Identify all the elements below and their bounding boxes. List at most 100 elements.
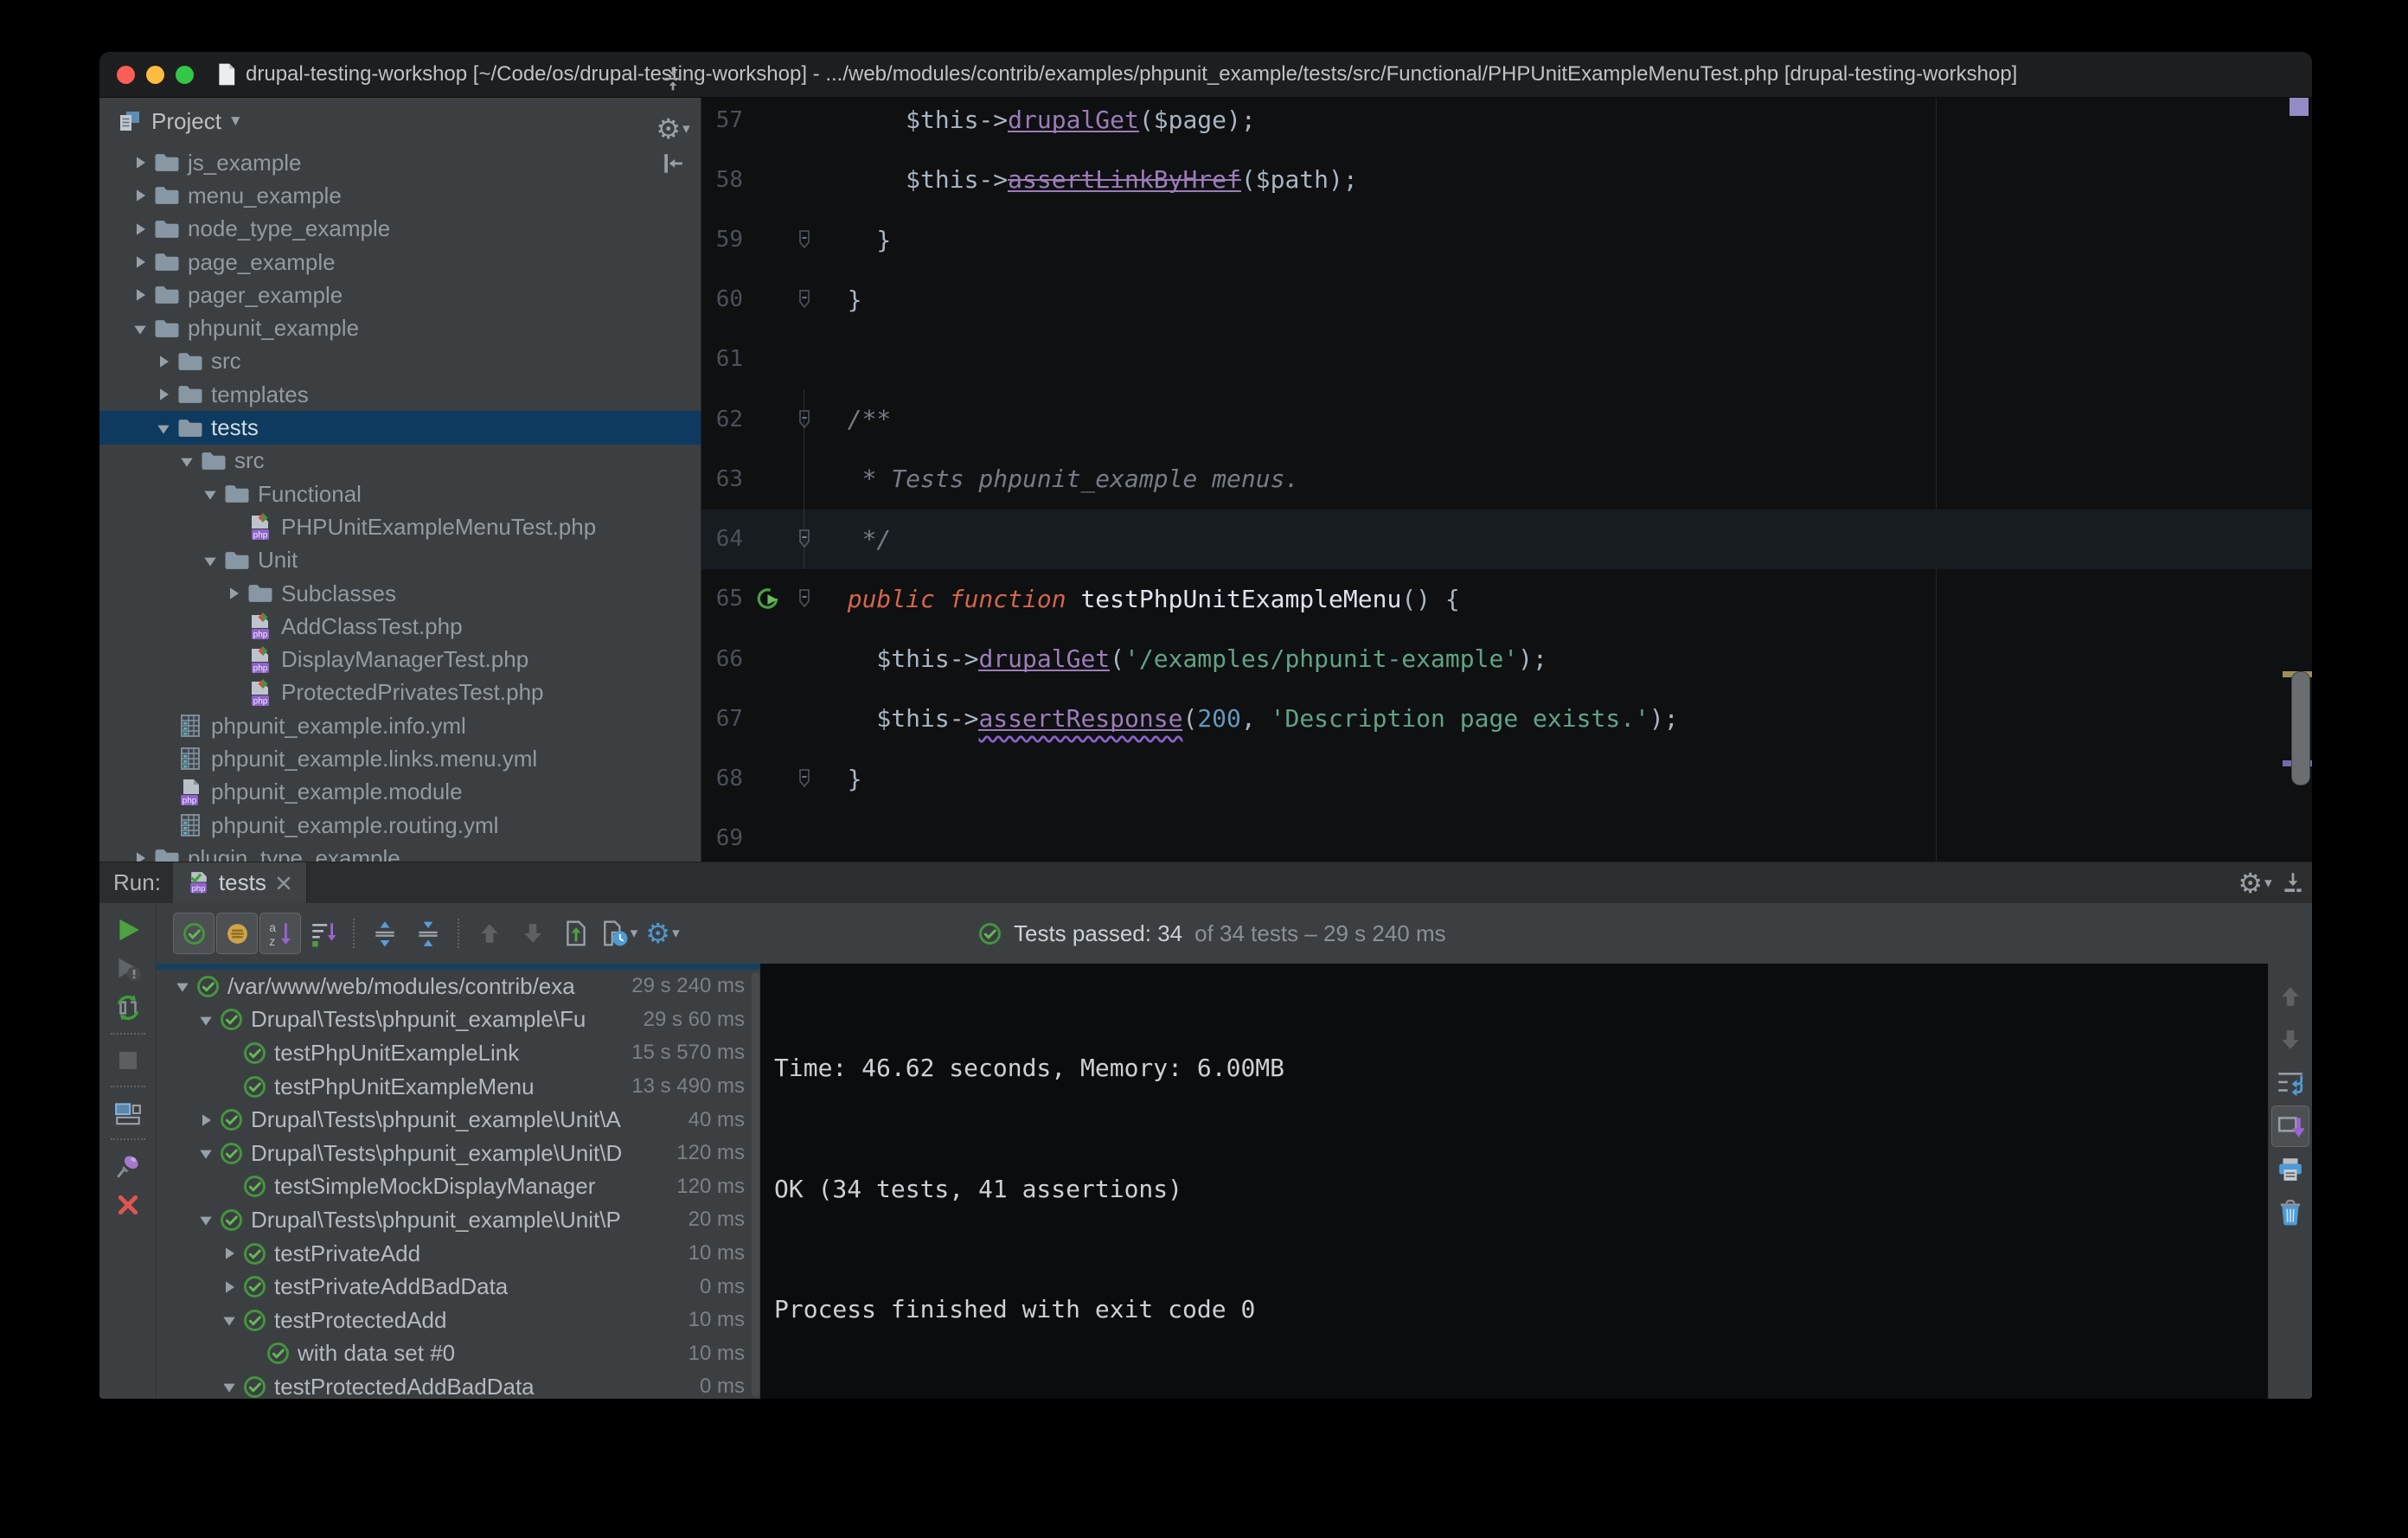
project-tree-item[interactable]: php AddClassTest.php — [99, 610, 701, 643]
tree-chevron-icon[interactable] — [217, 1313, 241, 1327]
tree-chevron-icon[interactable] — [194, 1146, 218, 1160]
close-window-button[interactable] — [117, 65, 135, 84]
tree-scrollbar[interactable] — [752, 972, 759, 1397]
test-result-row[interactable]: testPrivateAddBadData 0 ms — [157, 1270, 760, 1304]
run-settings-gear-icon[interactable]: ⚙ ▾ — [2238, 866, 2272, 900]
editor-gutter[interactable] — [743, 270, 818, 330]
test-result-row[interactable]: with data set #0 10 ms — [157, 1337, 760, 1371]
tree-chevron-icon[interactable] — [217, 1246, 241, 1260]
test-result-row[interactable]: Drupal\Tests\phpunit_example\Unit\D 120 m… — [157, 1137, 760, 1170]
project-tree-item[interactable]: templates — [99, 378, 701, 411]
sort-alphabetically-button[interactable]: az — [259, 913, 301, 954]
test-result-row[interactable]: testSimpleMockDisplayManager 120 ms — [157, 1170, 760, 1204]
editor-gutter[interactable] — [743, 509, 818, 569]
fold-marker-icon[interactable] — [797, 229, 812, 251]
tree-chevron-icon[interactable] — [150, 355, 176, 368]
project-tree-item[interactable]: node_type_example — [99, 213, 701, 246]
run-test-gutter-icon[interactable] — [755, 586, 781, 612]
tree-chevron-icon[interactable] — [127, 322, 153, 336]
project-tree-item[interactable]: src — [99, 445, 701, 477]
project-panel-header[interactable]: Project ▼ ⚙ ▾ — [99, 67, 701, 173]
restore-layout-button[interactable] — [104, 1093, 152, 1132]
test-result-row[interactable]: testProtectedAddBadData 0 ms — [157, 1370, 760, 1399]
test-history-button[interactable]: ▾ — [599, 913, 640, 954]
project-tree-item[interactable]: phpunit_example — [99, 311, 701, 344]
chevron-down-icon[interactable]: ▼ — [228, 112, 243, 130]
editor-line[interactable]: 66 $this->drupalGet('/examples/phpunit-e… — [701, 629, 2312, 689]
fold-marker-icon[interactable] — [797, 289, 812, 311]
tree-chevron-icon[interactable] — [194, 1113, 218, 1127]
toggle-auto-test-button[interactable] — [104, 988, 152, 1027]
project-tree-item[interactable]: Unit — [99, 544, 701, 577]
zoom-window-button[interactable] — [176, 65, 194, 84]
editor-line[interactable]: 62 /** — [701, 389, 2312, 450]
project-tree-item[interactable]: Subclasses — [99, 577, 701, 610]
editor-line[interactable]: 67 $this->assertResponse(200, 'Descripti… — [701, 689, 2312, 748]
project-tree-item[interactable]: phpunit_example.links.menu.yml — [99, 742, 701, 775]
test-result-row[interactable]: Drupal\Tests\phpunit_example\Unit\A 40 ms — [157, 1103, 760, 1137]
test-result-row[interactable]: /var/www/web/modules/contrib/exa 29 s 240… — [157, 970, 760, 1003]
test-result-row[interactable]: testPhpUnitExampleLink 15 s 570 ms — [157, 1036, 760, 1070]
project-tree-item[interactable]: src — [99, 345, 701, 378]
project-tree-item[interactable]: tests — [99, 411, 701, 445]
editor-gutter[interactable] — [743, 689, 818, 748]
rerun-tests-button[interactable] — [104, 910, 152, 949]
editor-line[interactable]: 59 } — [701, 209, 2312, 269]
editor-line[interactable]: 57 $this->drupalGet($page); — [701, 98, 2312, 150]
editor-line[interactable]: 63 * Tests phpunit_example menus. — [701, 449, 2312, 509]
editor-scrollbar[interactable] — [2291, 671, 2310, 785]
editor-gutter[interactable] — [743, 209, 818, 269]
test-console[interactable]: Time: 46.62 seconds, Memory: 6.00MB OK (… — [760, 964, 2268, 1399]
editor-gutter[interactable] — [743, 389, 818, 450]
tree-chevron-icon[interactable] — [174, 454, 200, 468]
editor-gutter[interactable] — [743, 150, 818, 209]
fold-marker-icon[interactable] — [797, 529, 812, 550]
project-tree-item[interactable]: phpunit_example.info.yml — [99, 709, 701, 742]
show-ignored-button[interactable] — [216, 913, 258, 954]
import-test-results-button[interactable] — [555, 913, 597, 954]
project-tree-item[interactable]: pager_example — [99, 279, 701, 311]
inspection-status-square[interactable] — [2290, 98, 2309, 116]
tree-chevron-icon[interactable] — [197, 487, 223, 501]
close-tab-button[interactable] — [104, 1185, 152, 1224]
editor-line[interactable]: 64 */ — [701, 509, 2312, 569]
test-result-row[interactable]: Drupal\Tests\phpunit_example\Fu 29 s 60 m… — [157, 1003, 760, 1037]
project-tree-item[interactable]: php ProtectedPrivatesTest.php — [99, 676, 701, 709]
pin-tab-button[interactable] — [104, 1146, 152, 1185]
editor-gutter[interactable] — [743, 629, 818, 689]
tree-chevron-icon[interactable] — [194, 1213, 218, 1227]
scroll-to-end-button[interactable] — [2271, 1105, 2309, 1147]
fold-marker-icon[interactable] — [797, 408, 812, 430]
editor-gutter[interactable] — [743, 569, 818, 629]
show-passed-button[interactable] — [173, 913, 215, 954]
editor-gutter[interactable] — [743, 330, 818, 389]
project-tree-item[interactable]: menu_example — [99, 179, 701, 212]
titlebar[interactable]: drupal-testing-workshop [~/Code/os/drupa… — [99, 52, 2312, 98]
tree-chevron-icon[interactable] — [127, 189, 153, 202]
editor-line[interactable]: 58 $this->assertLinkByHref($path); — [701, 150, 2312, 209]
clear-all-button[interactable] — [2271, 1192, 2309, 1234]
project-tree-item[interactable]: php phpunit_example.module — [99, 776, 701, 809]
editor-line[interactable]: 69 — [701, 809, 2312, 862]
use-soft-wraps-button[interactable] — [2271, 1062, 2309, 1104]
editor-gutter[interactable] — [743, 98, 818, 150]
test-result-row[interactable]: testPhpUnitExampleMenu 13 s 490 ms — [157, 1070, 760, 1104]
collapse-all-icon[interactable] — [656, 61, 690, 96]
editor-line[interactable]: 68 } — [701, 748, 2312, 808]
tree-chevron-icon[interactable] — [150, 388, 176, 401]
test-runner-settings-button[interactable]: ⚙ ▾ — [642, 913, 683, 954]
run-tab-tests[interactable]: php tests — [172, 862, 307, 903]
tree-chevron-icon[interactable] — [221, 586, 247, 600]
tree-chevron-icon[interactable] — [170, 979, 195, 993]
project-tree-item[interactable]: php PHPUnitExampleMenuTest.php — [99, 510, 701, 543]
project-tree-item[interactable]: Functional — [99, 477, 701, 510]
project-tree-item[interactable]: plugin_type_example — [99, 842, 701, 862]
close-tab-icon[interactable] — [275, 875, 292, 892]
tree-chevron-icon[interactable] — [150, 421, 176, 435]
editor-gutter[interactable] — [743, 809, 818, 862]
editor-line[interactable]: 60 } — [701, 270, 2312, 330]
fold-marker-icon[interactable] — [797, 768, 812, 790]
code-editor[interactable]: 57 $this->drupalGet($page); 58 $this->ass… — [701, 98, 2312, 862]
editor-line[interactable]: 61 — [701, 330, 2312, 389]
tree-chevron-icon[interactable] — [217, 1380, 241, 1394]
